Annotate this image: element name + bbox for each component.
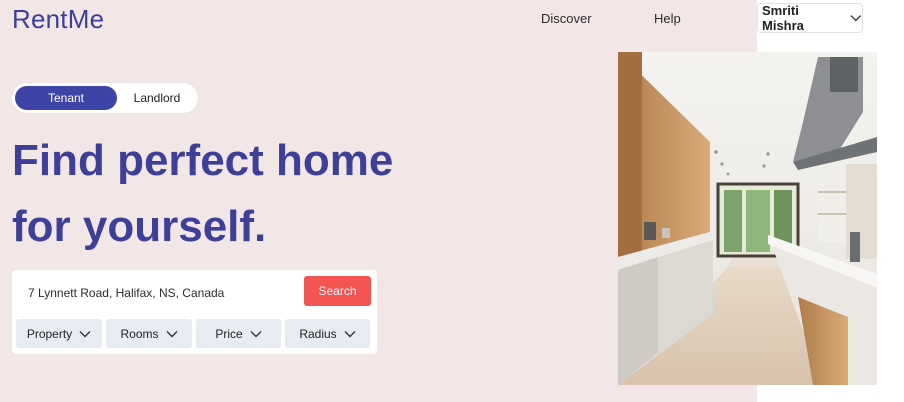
- nav-link-help[interactable]: Help: [654, 11, 681, 26]
- headline-line-1: Find perfect home: [12, 136, 394, 185]
- chevron-down-icon: [166, 330, 177, 337]
- toggle-landlord[interactable]: Landlord: [118, 86, 196, 110]
- search-input[interactable]: [28, 278, 298, 308]
- chevron-down-icon: [79, 330, 91, 337]
- kitchen-photo-icon: [618, 52, 877, 385]
- filter-label: Radius: [299, 326, 337, 341]
- chevron-down-icon: [344, 330, 356, 337]
- user-menu[interactable]: Smriti Mishra: [757, 3, 863, 33]
- chevron-down-icon: [250, 330, 262, 337]
- filter-property[interactable]: Property: [16, 319, 102, 348]
- filter-label: Price: [215, 326, 243, 341]
- toggle-tenant[interactable]: Tenant: [15, 86, 117, 110]
- hero-image: [618, 52, 877, 385]
- mode-toggle: Tenant Landlord: [12, 83, 198, 113]
- headline-line-2: for yourself.: [12, 202, 267, 251]
- user-name: Smriti Mishra: [762, 3, 804, 33]
- page-title: Find perfect home for yourself.: [12, 128, 532, 260]
- filter-radius[interactable]: Radius: [285, 319, 370, 348]
- filter-label: Property: [26, 326, 73, 341]
- nav-link-discover[interactable]: Discover: [541, 11, 592, 26]
- filter-price[interactable]: Price: [196, 319, 281, 348]
- logo[interactable]: RentMe: [12, 4, 104, 35]
- chevron-down-icon: [850, 15, 862, 22]
- search-panel: Search Property Rooms Price Radius: [12, 270, 377, 354]
- search-button[interactable]: Search: [304, 276, 371, 306]
- filter-label: Rooms: [120, 326, 159, 341]
- filter-rooms[interactable]: Rooms: [106, 319, 192, 348]
